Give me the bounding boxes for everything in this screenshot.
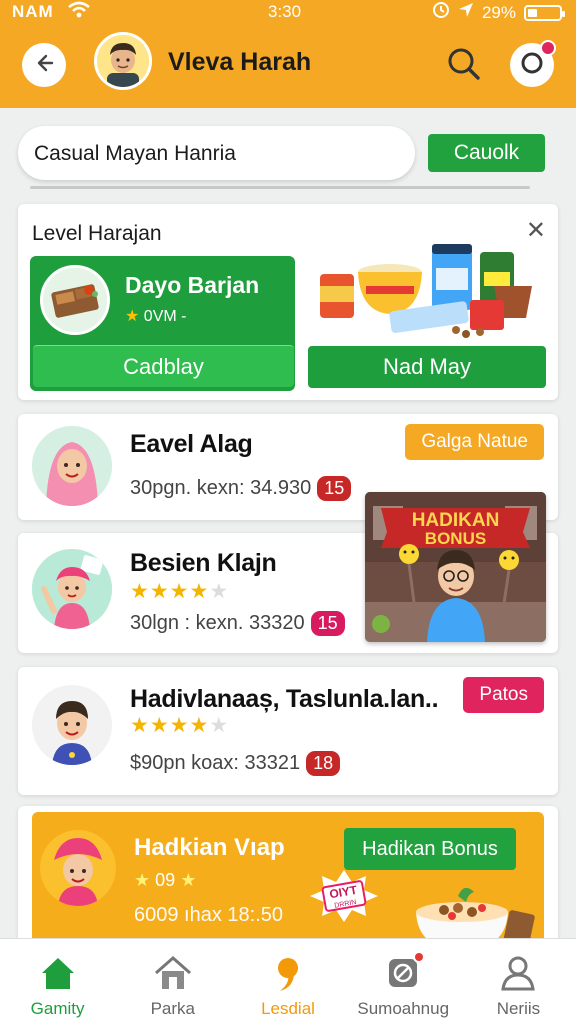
avatar: [40, 830, 116, 906]
location-icon: [458, 2, 474, 23]
nav-item-gamity[interactable]: Gamity: [0, 939, 115, 1024]
banner-title: Hadkian Vıap: [134, 834, 285, 861]
bonus-title-line1: HADIKAN: [412, 510, 500, 531]
divider: [30, 186, 530, 189]
status-bar: NAM 3:30 29%: [0, 0, 576, 26]
profile-icon: [498, 953, 538, 993]
park-icon: [153, 953, 193, 993]
item-meta: 30pgn. kexn: 34.930 15: [130, 476, 352, 501]
offer-left-button[interactable]: Cadblay: [33, 345, 294, 387]
avatar: [32, 426, 112, 506]
chat-bubble-icon: [268, 953, 308, 993]
wifi-icon: [68, 1, 90, 24]
offer-name: Dayo Barjan: [125, 272, 260, 298]
notification-ring-icon: [519, 50, 545, 81]
nav-item-parka[interactable]: Parka: [115, 939, 230, 1024]
count-badge: 15: [310, 611, 345, 636]
nav-item-neriis[interactable]: Neriis: [461, 939, 576, 1024]
promo-title: Level Harajan: [32, 222, 162, 245]
rating-stars: ★★★★★: [130, 714, 230, 737]
item-meta: 30lgn : kexn. 33320 15: [130, 611, 345, 636]
nav-item-sumoahnug[interactable]: Sumoahnug: [346, 939, 461, 1024]
battery-icon: [524, 4, 565, 21]
count-badge: 15: [317, 476, 352, 501]
notifications-button[interactable]: [510, 40, 556, 87]
nav-item-lesdial[interactable]: Lesdial: [230, 939, 345, 1024]
item-name: Besien Klajn: [130, 549, 277, 577]
bonus-title-line2: BONUS: [425, 529, 486, 548]
nav-label: Neriis: [496, 999, 541, 1018]
settings-icon: [383, 951, 426, 993]
food-bowl-image: [408, 872, 538, 946]
bottom-nav: Gamity Parka Lesdial Sumoahnug Neriis: [0, 938, 576, 1024]
back-button[interactable]: [22, 43, 66, 87]
offer-right-button[interactable]: Nad May: [308, 346, 546, 388]
list-item[interactable]: Hadivlanaaș, Taslunla.lan.. ★★★★★ $90pn …: [18, 667, 558, 795]
promo-offer-card[interactable]: Dayo Barjan ★ 0VM - Cadblay: [30, 256, 295, 391]
star-icon: ★: [180, 870, 197, 890]
battery-percent: 29%: [481, 2, 516, 22]
count-badge: 18: [306, 751, 341, 776]
star-icon: ★: [134, 870, 151, 890]
clock: 3:30: [268, 2, 302, 21]
food-tray-image: [40, 265, 110, 335]
status-badge[interactable]: Patos: [463, 677, 544, 713]
carrier-label: NAM: [12, 2, 54, 21]
banner-rating-text: 09: [155, 870, 176, 890]
page-title: Vleva Harah: [168, 48, 312, 76]
avatar: [32, 549, 112, 629]
bonus-promo-image[interactable]: HADIKAN BONUS: [365, 492, 546, 642]
home-icon: [38, 953, 78, 993]
search-button[interactable]: [444, 44, 484, 84]
search-action-button[interactable]: Cauolk: [428, 134, 545, 172]
item-name: Hadivlanaaș, Taslunla.lan..: [130, 685, 439, 713]
rating-stars: ★★★★★: [130, 580, 230, 603]
app-header: NAM 3:30 29% Vleva Harah: [0, 0, 576, 108]
banner-rating: ★ 09 ★: [134, 870, 196, 891]
nav-label: Parka: [150, 999, 196, 1018]
avatar: [32, 685, 112, 765]
item-name: Eavel Alag: [130, 430, 253, 458]
close-icon: ✕: [525, 217, 546, 244]
search-icon: [444, 48, 484, 88]
item-meta: $90pn koax: 33321 18: [130, 751, 341, 776]
item-meta-text: 30lgn : kexn. 33320: [130, 612, 305, 634]
user-avatar[interactable]: [94, 32, 152, 90]
bonus-banner-card[interactable]: Hadkian Vıap ★ 09 ★ 6009 ıhax 18:.50 Had…: [18, 806, 558, 946]
arrow-left-icon: [33, 52, 55, 79]
promo-card: Level Harajan ✕ Dayo Barjan ★ 0VM - Cadb…: [18, 204, 558, 400]
close-button[interactable]: ✕: [526, 216, 546, 245]
nav-label: Gamity: [30, 999, 85, 1018]
banner-meta: 6009 ıhax 18:.50: [134, 904, 284, 926]
alarm-icon: [432, 1, 450, 24]
nav-label: Lesdial: [261, 999, 315, 1018]
banner-sticker: OIYT DRRIN: [308, 868, 380, 924]
status-badge[interactable]: Galga Natue: [405, 424, 544, 460]
bonus-banner[interactable]: Hadkian Vıap ★ 09 ★ 6009 ıhax 18:.50 Had…: [32, 812, 544, 946]
item-meta-text: $90pn koax: 33321: [130, 752, 301, 774]
notification-badge: [413, 951, 426, 963]
banner-bonus-tag[interactable]: Hadikan Bonus: [344, 828, 516, 870]
star-icon: ★: [125, 308, 140, 325]
notification-badge: [540, 40, 556, 56]
products-image: [310, 242, 550, 340]
offer-rating: ★ 0VM -: [125, 306, 186, 326]
search-input[interactable]: Casual Mayan Hanria: [18, 126, 415, 180]
offer-sub-text: 0VM -: [143, 308, 187, 325]
item-meta-text: 30pgn. kexn: 34.930: [130, 477, 312, 499]
nav-label: Sumoahnug: [357, 999, 450, 1018]
